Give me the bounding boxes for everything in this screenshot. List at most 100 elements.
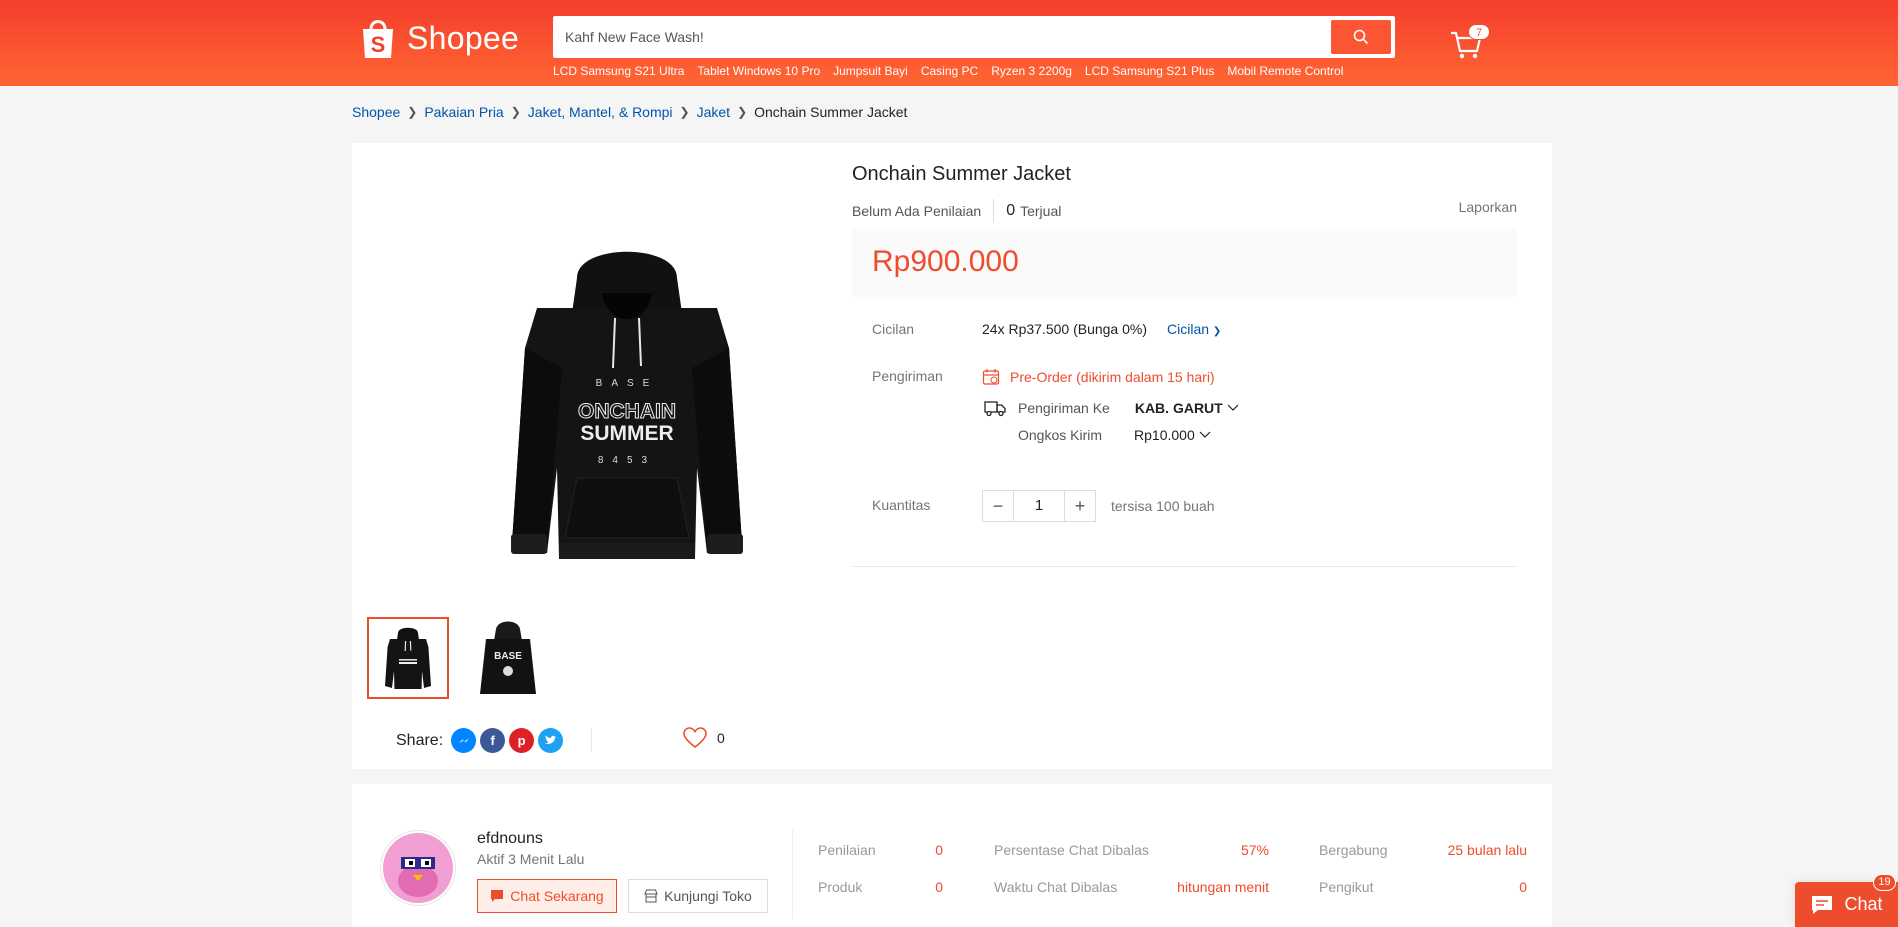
suggestion-link[interactable]: Tablet Windows 10 Pro [697,64,820,78]
suggestion-link[interactable]: Casing PC [921,64,978,78]
calendar-icon [982,369,1000,385]
breadcrumb-link[interactable]: Pakaian Pria [424,104,503,120]
divider [993,199,995,223]
sold-count: 0 [1006,202,1016,219]
svg-text:S: S [371,32,386,57]
chevron-right-icon: ❯ [1212,326,1222,337]
suggestion-link[interactable]: Ryzen 3 2200g [991,64,1072,78]
divider [852,566,1517,567]
suggestion-link[interactable]: LCD Samsung S21 Plus [1085,64,1214,78]
hoodie-thumb-front [385,627,431,689]
stat-label: Penilaian [818,842,876,858]
like-button[interactable]: 0 [683,727,725,749]
shipping-label: Pengiriman [872,368,943,384]
shipping-cost-row: Ongkos Kirim Rp10.000 [1018,427,1211,443]
report-link[interactable]: Laporkan [1459,199,1517,215]
divider [792,829,793,919]
shop-panel: efdnouns Aktif 3 Menit Lalu Chat Sekaran… [352,784,1552,927]
stat-value: 0 [935,879,943,895]
sold-label: Terjual [1020,203,1062,219]
ongkos-dropdown[interactable]: Rp10.000 [1134,427,1211,443]
print-text: BASE [596,378,659,389]
product-main-image[interactable]: BASE ONCHAIN SUMMER 8453 [412,188,842,618]
cart-count-badge: 7 [1468,24,1490,40]
chevron-down-icon [1227,404,1239,411]
ship-to-dropdown[interactable]: KAB. GARUT [1135,400,1239,416]
pinterest-icon[interactable]: p [509,728,535,753]
cicilan-link[interactable]: Cicilan ❯ [1167,321,1221,337]
stat-label: Waktu Chat Dibalas [994,879,1118,895]
ship-to-value: KAB. GARUT [1134,400,1223,416]
stat-label: Persentase Chat Dibalas [994,842,1149,858]
search-button[interactable] [1331,20,1391,54]
chevron-down-icon [1199,431,1211,438]
chevron-right-icon: ❯ [407,105,418,119]
search-icon [1353,29,1369,45]
suggestion-link[interactable]: Mobil Remote Control [1227,64,1343,78]
visit-shop-label: Kunjungi Toko [664,888,752,904]
breadcrumb-link[interactable]: Jaket [697,104,730,120]
chat-icon [491,890,504,902]
store-icon [644,889,658,903]
cicilan-link-label: Cicilan [1167,321,1210,337]
hoodie-image: BASE ONCHAIN SUMMER 8453 [511,251,743,559]
stat-value: 25 bulan lalu [1447,842,1527,858]
messenger-icon[interactable] [451,728,477,753]
ongkos-value: Rp10.000 [1134,427,1195,443]
chevron-right-icon: ❯ [737,105,748,119]
print-text: 8453 [598,455,656,466]
quantity-label: Kuantitas [872,497,931,513]
rating-sold-line: Belum Ada Penilaian 0 Terjual [852,199,1061,223]
suggestion-link[interactable]: Jumpsuit Bayi [833,64,908,78]
cicilan-label: Cicilan [872,321,915,337]
logo-text: Shopee [407,19,520,56]
shop-avatar[interactable] [380,830,456,906]
rating-text: Belum Ada Penilaian [852,203,982,219]
stat-label: Produk [818,879,863,895]
shopee-logo[interactable]: S Shopee [359,14,519,62]
product-title: Onchain Summer Jacket [852,163,1071,185]
product-price: Rp900.000 [872,245,1019,278]
search-suggestions: LCD Samsung S21 Ultra Tablet Windows 10 … [553,64,1343,78]
share-label: Share: [396,731,444,749]
ongkos-label: Ongkos Kirim [1018,427,1103,443]
twitter-icon[interactable] [538,728,564,753]
ship-to-row: Pengiriman Ke KAB. GARUT [984,399,1239,417]
preorder-info: Pre-Order (dikirim dalam 15 hari) [982,368,1215,386]
quantity-input[interactable]: 1 [1014,490,1064,522]
stat-label: Bergabung [1319,842,1388,858]
stock-text: tersisa 100 buah [1111,498,1215,514]
shopee-bag-icon: S [363,20,393,58]
chat-now-button[interactable]: Chat Sekarang [477,879,617,913]
ship-to-label: Pengiriman Ke [1018,400,1110,416]
thumbnail-front[interactable] [367,617,449,699]
breadcrumb-link[interactable]: Jaket, Mantel, & Rompi [528,104,673,120]
suggestion-link[interactable]: LCD Samsung S21 Ultra [553,64,684,78]
thumbnail-back[interactable]: BASE [467,617,549,699]
facebook-icon[interactable]: f [480,728,506,753]
chat-widget-label: Chat [1844,894,1883,914]
print-text: ONCHAIN [578,400,676,423]
truck-icon [984,401,1006,417]
search-input[interactable] [565,16,1325,58]
share-bar: Share: f p [396,728,564,753]
shop-active-status: Aktif 3 Menit Lalu [477,851,585,867]
share-divider [591,728,592,752]
stat-value: 0 [1519,879,1527,895]
stat-value: 57% [1240,842,1269,858]
chat-bubble-icon [1812,895,1833,914]
visit-shop-button[interactable]: Kunjungi Toko [628,879,768,913]
chat-unread-badge: 19 [1873,874,1896,891]
avatar-image [383,833,453,903]
chevron-right-icon: ❯ [510,105,521,119]
quantity-increase-button[interactable]: + [1064,490,1096,522]
top-header: S Shopee LCD Samsung S21 Ultra Tablet Wi… [0,0,1898,86]
shop-name[interactable]: efdnouns [477,830,543,848]
search-bar [553,16,1395,58]
heart-icon [683,727,707,749]
breadcrumb-link[interactable]: Shopee [352,104,400,120]
quantity-decrease-button[interactable]: − [982,490,1014,522]
print-text: SUMMER [580,422,673,445]
product-panel: BASE ONCHAIN SUMMER 8453 BASE Share: f p… [352,143,1552,769]
hoodie-thumb-back: BASE [480,621,536,694]
